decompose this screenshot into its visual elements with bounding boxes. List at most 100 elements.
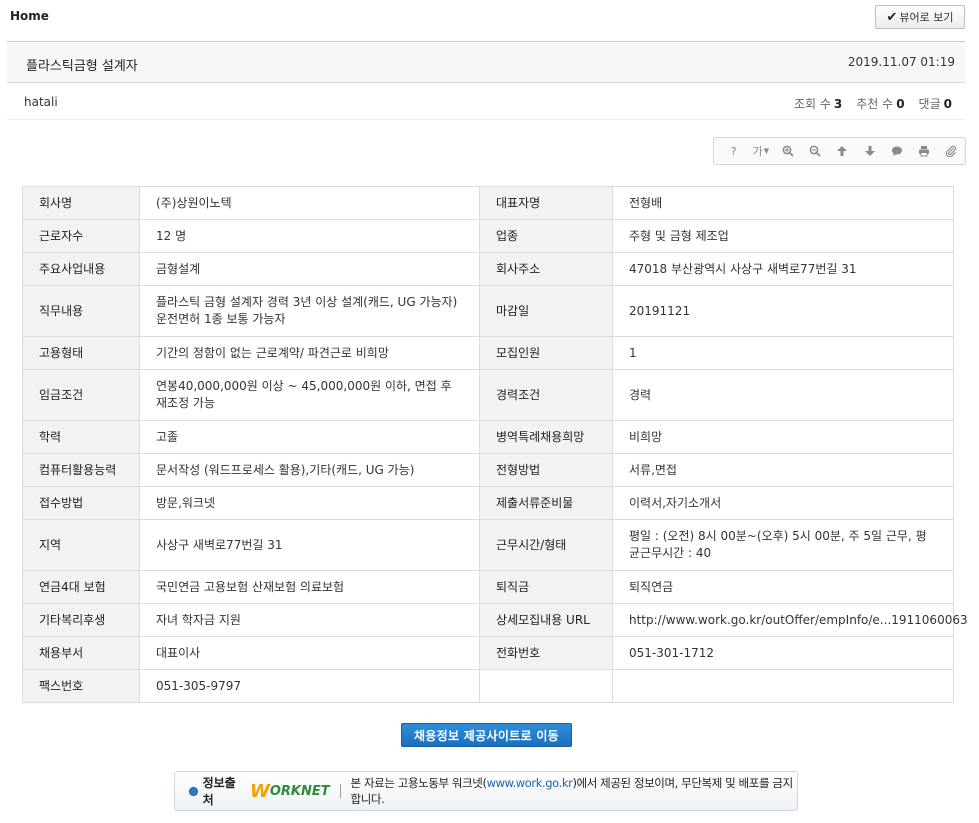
post-header: 플라스틱금형 설계자 2019.11.07 01:19 [7,42,965,82]
attachment-icon[interactable] [938,138,965,164]
value-cell: 대표이사 [139,636,480,670]
label-cell: 회사명 [22,186,140,220]
value-cell: 이력서,자기소개서 [612,486,954,520]
label-cell: 임금조건 [22,369,140,421]
value-cell: 051-305-9797 [139,669,480,703]
value-cell: 전형배 [612,186,954,220]
label-cell: 대표자명 [479,186,613,220]
label-cell: 전형방법 [479,453,613,487]
label-cell: 근로자수 [22,219,140,253]
go-to-provider-button[interactable]: 채용정보 제공사이트로 이동 [401,723,572,747]
value-cell: 경력 [612,369,954,421]
arrow-down-icon[interactable] [856,138,883,164]
zoom-out-icon[interactable] [802,138,829,164]
value-cell: 플라스틱 금형 설계자 경력 3년 이상 설계(캐드, UG 가능자) 운전면허… [139,285,480,337]
label-cell: 마감일 [479,285,613,337]
label-cell: 직무내용 [22,285,140,337]
label-cell: 제출서류준비물 [479,486,613,520]
label-cell: 업종 [479,219,613,253]
label-cell: 학력 [22,420,140,454]
divider [7,82,965,83]
value-cell: 비희망 [612,420,954,454]
comments-stat: 댓글 0 [918,97,952,111]
table-row: 연금4대 보험 국민연금 고용보험 산재보험 의료보험 퇴직금 퇴직연금 [22,570,954,604]
label-cell: 병역특례채용희망 [479,420,613,454]
table-row: 기타복리후생 자녀 학자금 지원 상세모집내용 URL http://www.work… [22,603,968,637]
worknet-logo[interactable]: W ORKNET [250,781,330,802]
value-cell: (주)상원이노텍 [139,186,480,220]
value-cell: 주형 및 금형 제조업 [612,219,954,253]
comment-icon[interactable] [883,138,910,164]
label-cell: 퇴직금 [479,570,613,604]
label-cell: 경력조건 [479,369,613,421]
table-row: 학력 고졸 병역특례채용희망 비희망 [22,420,954,454]
value-cell: 평일 : (오전) 8시 00분~(오후) 5시 00분, 주 5일 근무, 평… [612,519,954,571]
value-cell: 퇴직연금 [612,570,954,604]
table-row: 채용부서 대표이사 전화번호 051-301-1712 [22,636,954,670]
label-cell: 전화번호 [479,636,613,670]
post-stats: 조회 수3 추천 수0 댓글 0 [794,95,952,112]
value-cell: 기간의 정함이 없는 근로계약/ 파견근로 비희망 [139,336,480,370]
table-row: 회사명 (주)상원이노텍 대표자명 전형배 [22,186,954,220]
arrow-up-icon[interactable] [829,138,856,164]
label-cell: 컴퓨터활용능력 [22,453,140,487]
divider [7,119,965,120]
divider [339,784,341,798]
post-title[interactable]: 플라스틱금형 설계자 [26,55,138,74]
views-stat: 조회 수3 [793,97,843,111]
value-cell [612,669,954,703]
viewer-button-label: 뷰어로 보기 [899,11,954,24]
value-cell: 연봉40,000,000원 이상 ~ 45,000,000원 이하, 면접 후 … [139,369,480,421]
likes-stat: 추천 수0 [856,97,905,111]
post-author[interactable]: hatali [24,95,58,109]
post-date: 2019.11.07 01:19 [847,55,955,69]
label-cell: 상세모집내용 URL [479,603,613,637]
table-row: 컴퓨터활용능력 문서작성 (워드프로세스 활용),기타(캐드, UG 가능) 전형방… [22,453,954,487]
label-cell: 고용형태 [22,336,140,370]
print-icon[interactable] [911,138,938,164]
value-cell: 자녀 학자금 지원 [139,603,480,637]
value-cell: 방문,워크넷 [139,486,480,520]
table-row: 고용형태 기간의 정함이 없는 근로계약/ 파견근로 비희망 모집인원 1 [22,336,954,370]
home-breadcrumb[interactable]: Home [10,9,49,23]
label-cell: 연금4대 보험 [22,570,140,604]
value-cell: 사상구 새벽로77번길 31 [139,519,480,571]
table-row: 지역 사상구 새벽로77번길 31 근무시간/형태 평일 : (오전) 8시 00분~… [22,519,954,571]
bullet-icon [189,786,198,796]
table-row: 근로자수 12 명 업종 주형 및 금형 제조업 [22,219,954,253]
label-cell: 기타복리후생 [22,603,140,637]
table-row: 직무내용 플라스틱 금형 설계자 경력 3년 이상 설계(캐드, UG 가능자) … [22,285,954,337]
zoom-in-icon[interactable] [774,138,801,164]
value-cell: 국민연금 고용보험 산재보험 의료보험 [139,570,480,604]
table-row: 주요사업내용 금형설계 회사주소 47018 부산광역시 사상구 새벽로77번길 31 [22,252,954,286]
font-size-icon[interactable]: 가 ▼ [747,138,774,164]
top-bar: Home ✔ 뷰어로 보기 [0,0,979,42]
label-cell: 근무시간/형태 [479,519,613,571]
worknet-link[interactable]: www.work.go.kr [487,776,573,790]
label-cell: 팩스번호 [22,669,140,703]
value-cell: 문서작성 (워드프로세스 활용),기타(캐드, UG 가능) [139,453,480,487]
value-cell: 12 명 [139,219,480,253]
viewer-button[interactable]: ✔ 뷰어로 보기 [875,5,965,29]
copyright-notice: 본 자료는 고용노동부 워크넷(www.work.go.kr)에서 제공된 정보… [350,776,794,806]
label-cell: 모집인원 [479,336,613,370]
value-cell: http://www.work.go.kr/outOffer/empInfo/e… [612,603,968,637]
label-cell: 지역 [22,519,140,571]
label-cell: 채용부서 [22,636,140,670]
value-cell: 1 [612,336,954,370]
value-cell: 051-301-1712 [612,636,954,670]
value-cell: 서류,면접 [612,453,954,487]
value-cell: 47018 부산광역시 사상구 새벽로77번길 31 [612,252,954,286]
job-info-table: 회사명 (주)상원이노텍 대표자명 전형배 근로자수 12 명 업종 주형 및 금형 제조업 주… [22,186,968,703]
label-cell: 접수방법 [22,486,140,520]
label-cell: 회사주소 [479,252,613,286]
document-toolbar: ? 가 ▼ [713,137,966,165]
label-cell: 주요사업내용 [22,252,140,286]
value-cell: 금형설계 [139,252,480,286]
source-banner: 정보출처 W ORKNET 본 자료는 고용노동부 워크넷(www.work.go… [174,771,798,811]
help-icon[interactable]: ? [720,138,747,164]
value-cell: 20191121 [612,285,954,337]
table-row: 접수방법 방문,워크넷 제출서류준비물 이력서,자기소개서 [22,486,954,520]
table-row: 팩스번호 051-305-9797 [22,669,954,703]
value-cell: 고졸 [139,420,480,454]
